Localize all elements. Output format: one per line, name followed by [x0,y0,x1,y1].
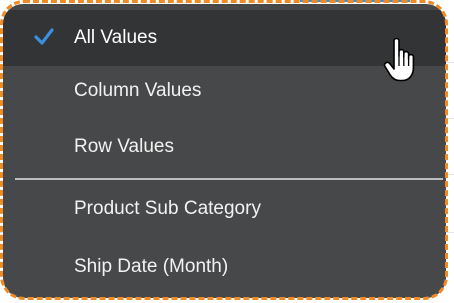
menu-item-all-values[interactable]: All Values [3,10,446,66]
background-accent-line [300,0,410,2]
menu-item-label: Row Values [74,136,174,157]
menu-item-label: All Values [74,27,158,48]
hand-pointer-cursor-icon [383,38,415,82]
screenshot-stage: All Values Column Values Row Values Prod… [0,0,454,303]
checkmark-icon [34,28,54,45]
menu-item-product-sub-category[interactable]: Product Sub Category [3,181,446,237]
menu-item-row-values[interactable]: Row Values [3,119,446,175]
menu-item-label: Column Values [74,80,202,101]
menu-item-ship-date-month[interactable]: Ship Date (Month) [3,239,446,295]
menu-item-label: Product Sub Category [74,198,261,219]
menu-item-label: Ship Date (Month) [74,256,229,277]
values-context-menu: All Values Column Values Row Values Prod… [3,4,446,298]
menu-separator [15,178,443,180]
menu-item-column-values[interactable]: Column Values [3,63,446,119]
